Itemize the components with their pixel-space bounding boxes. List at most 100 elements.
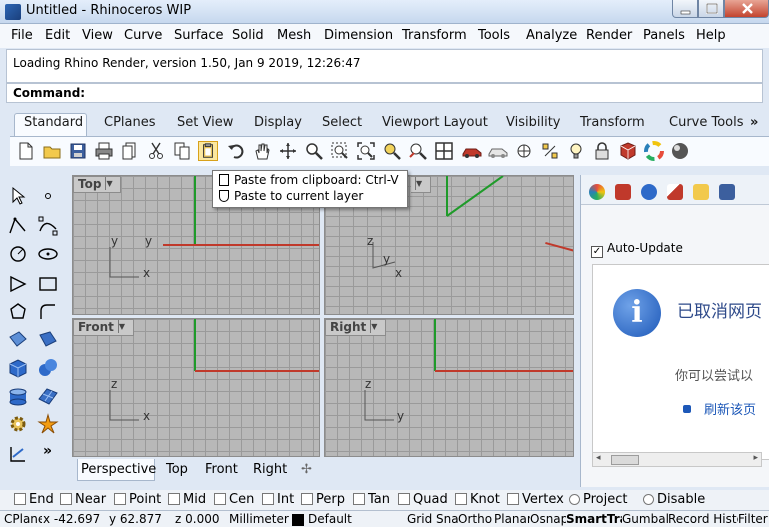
polyline-icon[interactable] xyxy=(7,215,29,237)
menu-file[interactable]: File xyxy=(11,28,33,43)
zoom-dynamic-icon[interactable] xyxy=(304,141,324,161)
viewport-front-title[interactable]: Front ▼ xyxy=(73,319,134,336)
toolbar-overflow-chevron[interactable]: » xyxy=(750,115,758,130)
add-viewport-icon[interactable]: ✢ xyxy=(301,462,312,477)
undo-icon[interactable] xyxy=(226,141,246,161)
viewport-tab-top[interactable]: Top xyxy=(166,462,188,477)
box-solid-icon[interactable] xyxy=(7,357,29,379)
menu-help[interactable]: Help xyxy=(696,28,726,43)
tab-curve-tools[interactable]: Curve Tools xyxy=(669,115,744,130)
panel-tab-layers-icon[interactable] xyxy=(615,184,631,200)
zoom-extents-icon[interactable] xyxy=(356,141,376,161)
rotate-view-icon[interactable] xyxy=(278,141,298,161)
lock-icon[interactable] xyxy=(592,141,612,161)
curve-cv-icon[interactable] xyxy=(37,215,59,237)
osnap-quad[interactable]: Quad xyxy=(398,492,448,507)
panel-tab-properties-icon[interactable] xyxy=(589,184,605,200)
polygon-icon[interactable] xyxy=(7,301,29,323)
mesh-plane-icon[interactable] xyxy=(37,385,59,407)
viewport-tab-right[interactable]: Right xyxy=(253,462,287,477)
four-viewports-icon[interactable] xyxy=(434,141,454,161)
rectangle-icon[interactable] xyxy=(37,273,59,295)
tab-display[interactable]: Display xyxy=(254,115,302,130)
panel-tab-folder-icon[interactable] xyxy=(693,184,709,200)
boolean-star-icon[interactable] xyxy=(37,413,59,435)
menu-render[interactable]: Render xyxy=(586,28,632,43)
menu-analyze[interactable]: Analyze xyxy=(526,28,577,43)
tab-standard[interactable]: Standard xyxy=(24,115,83,130)
scroll-left-icon[interactable]: ◂ xyxy=(596,453,601,463)
open-folder-icon[interactable] xyxy=(42,141,62,161)
transform-gear-icon[interactable] xyxy=(7,413,29,435)
light-bulb-icon[interactable] xyxy=(566,141,586,161)
sphere-solid-icon[interactable] xyxy=(37,357,59,379)
viewport-right-title[interactable]: Right ▼ xyxy=(325,319,387,336)
tab-visibility[interactable]: Visibility xyxy=(506,115,560,130)
shaded-car-icon[interactable] xyxy=(462,141,482,161)
menu-tools[interactable]: Tools xyxy=(478,28,510,43)
osnap-int[interactable]: Int xyxy=(262,492,294,507)
toggle-record-history[interactable]: Record History xyxy=(668,512,738,526)
print-icon[interactable] xyxy=(94,141,114,161)
menu-solid[interactable]: Solid xyxy=(232,28,264,43)
scroll-right-icon[interactable]: ▸ xyxy=(753,453,758,463)
toggle-osnap[interactable]: Osnap xyxy=(530,512,566,526)
circle-icon[interactable] xyxy=(7,243,29,265)
pan-hand-icon[interactable] xyxy=(252,141,272,161)
menu-view[interactable]: View xyxy=(82,28,113,43)
zoom-window-icon[interactable] xyxy=(330,141,350,161)
rhino-app-icon[interactable] xyxy=(5,4,21,20)
menu-dimension[interactable]: Dimension xyxy=(324,28,393,43)
status-layer[interactable]: Default xyxy=(308,512,368,526)
osnap-project[interactable]: Project xyxy=(569,492,627,507)
surface-cv-icon[interactable] xyxy=(7,329,29,351)
viewport-perspective-title-dropdown[interactable]: ▼ xyxy=(411,176,431,193)
panel-tab-display-icon[interactable] xyxy=(667,184,683,200)
materials-icon[interactable] xyxy=(618,141,638,161)
layer-color-swatch[interactable] xyxy=(292,514,304,526)
viewport-tab-front[interactable]: Front xyxy=(205,462,238,477)
tab-cplanes[interactable]: CPlanes xyxy=(104,115,156,130)
paste-icon[interactable] xyxy=(198,141,218,161)
osnap-tan[interactable]: Tan xyxy=(353,492,390,507)
refresh-page-link[interactable]: 刷新该页 xyxy=(704,399,756,418)
panel-tab-help-icon[interactable] xyxy=(719,184,735,200)
toggle-ortho[interactable]: Ortho xyxy=(458,512,494,526)
panel-horizontal-scrollbar[interactable]: ◂ ▸ xyxy=(592,452,762,467)
command-line[interactable]: Command: xyxy=(6,83,763,103)
viewport-top-title[interactable]: Top ▼ xyxy=(73,176,122,193)
cut-icon[interactable] xyxy=(146,141,166,161)
minimize-button[interactable] xyxy=(672,0,698,18)
tab-viewport-layout[interactable]: Viewport Layout xyxy=(382,115,488,130)
osnap-vertex[interactable]: Vertex xyxy=(507,492,564,507)
status-cplane[interactable]: CPlane xyxy=(4,512,42,526)
osnap-cen[interactable]: Cen xyxy=(214,492,254,507)
import-icon[interactable] xyxy=(120,141,140,161)
copy-icon[interactable] xyxy=(172,141,192,161)
arc-icon[interactable] xyxy=(7,273,29,295)
select-point-icon[interactable] xyxy=(514,141,534,161)
toggle-gumball[interactable]: Gumball xyxy=(622,512,668,526)
render-sphere-icon[interactable] xyxy=(670,141,690,161)
menu-transform[interactable]: Transform xyxy=(402,28,467,43)
dimension-icon[interactable] xyxy=(7,443,29,465)
toggle-filter[interactable]: Filter xyxy=(738,512,769,526)
viewport-right[interactable]: Right ▼ z y xyxy=(324,318,574,457)
rendered-car-icon[interactable] xyxy=(488,141,508,161)
zoom-selected-icon[interactable] xyxy=(382,141,402,161)
undo-view-icon[interactable] xyxy=(408,141,428,161)
toggle-grid-snap[interactable]: Grid Snap xyxy=(407,512,458,526)
chevron-down-icon[interactable]: ▼ xyxy=(105,177,116,190)
maximize-button[interactable] xyxy=(698,0,724,18)
osnap-point[interactable]: Point xyxy=(114,492,161,507)
chevron-down-icon[interactable]: ▼ xyxy=(415,177,426,190)
sidebar-overflow-chevron[interactable]: » xyxy=(43,443,65,465)
osnap-end[interactable]: End xyxy=(14,492,54,507)
menu-curve[interactable]: Curve xyxy=(124,28,162,43)
chevron-down-icon[interactable]: ▼ xyxy=(117,320,129,333)
osnap-disable[interactable]: Disable xyxy=(643,492,705,507)
viewport-front[interactable]: Front ▼ z x xyxy=(72,318,320,457)
osnap-mid[interactable]: Mid xyxy=(168,492,206,507)
osnap-knot[interactable]: Knot xyxy=(455,492,500,507)
tab-set-view[interactable]: Set View xyxy=(177,115,233,130)
